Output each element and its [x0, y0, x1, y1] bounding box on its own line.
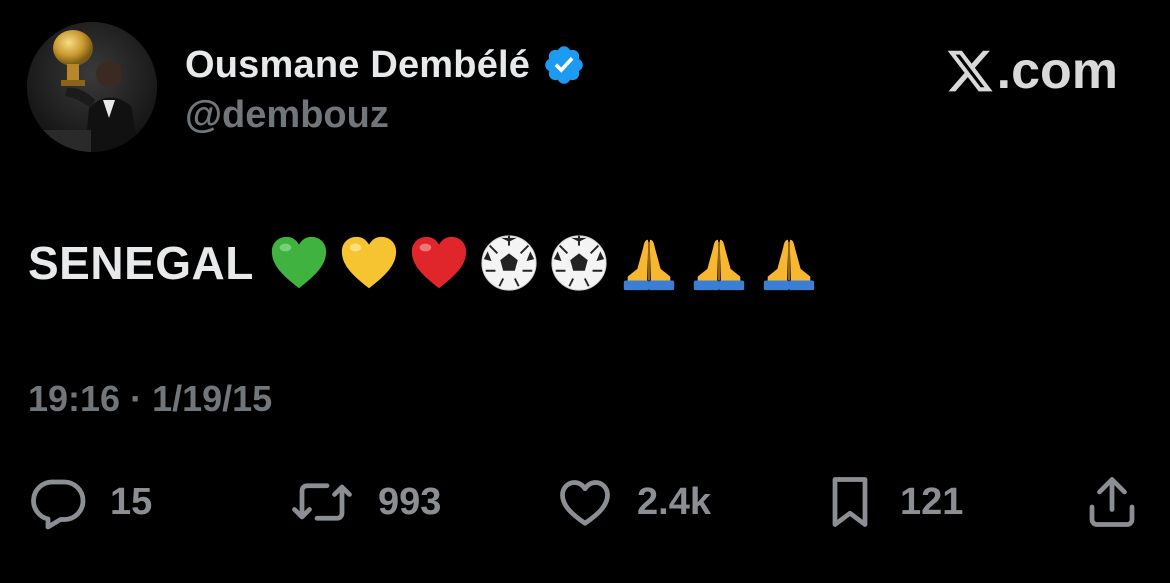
- reply-icon: [28, 472, 88, 532]
- brand-label: .com: [996, 42, 1118, 100]
- reply-count: 15: [110, 480, 153, 523]
- tweet-timestamp[interactable]: 19:16 · 1/19/15: [28, 378, 272, 420]
- folded-hands-icon: [623, 239, 675, 291]
- repost-icon: [288, 472, 356, 532]
- green-heart-icon: [271, 236, 326, 289]
- like-button[interactable]: 2.4k: [555, 470, 711, 534]
- brand-watermark: .com: [945, 40, 1118, 102]
- author-handle[interactable]: @dembouz: [185, 94, 389, 137]
- bookmark-count: 121: [900, 480, 964, 523]
- emoji-row: [268, 232, 820, 294]
- folded-hands-icon: [693, 239, 745, 291]
- author-name-row: Ousmane Dembélé: [185, 40, 586, 90]
- yellow-heart-icon: [341, 236, 396, 289]
- tweet-text: SENEGAL: [28, 237, 254, 289]
- share-button[interactable]: [1082, 470, 1142, 534]
- reply-button[interactable]: 15: [28, 470, 152, 534]
- x-logo-icon: [945, 46, 995, 96]
- tweet-body: SENEGAL: [28, 228, 820, 298]
- soccer-ball-icon: [551, 235, 607, 291]
- bookmark-button[interactable]: 121: [822, 470, 963, 534]
- soccer-ball-icon: [481, 235, 537, 291]
- author-display-name[interactable]: Ousmane Dembélé: [185, 44, 530, 87]
- heart-icon: [555, 472, 615, 532]
- folded-hands-icon: [763, 239, 815, 291]
- share-icon: [1082, 472, 1142, 532]
- red-heart-icon: [411, 236, 466, 289]
- repost-button[interactable]: 993: [288, 470, 441, 534]
- action-bar: 15 993 2.4k 121: [0, 470, 1170, 534]
- bookmark-icon: [822, 472, 878, 532]
- repost-count: 993: [378, 480, 442, 523]
- avatar[interactable]: [27, 22, 157, 152]
- verified-badge-icon: [542, 43, 586, 87]
- like-count: 2.4k: [637, 480, 711, 523]
- avatar-image: [27, 22, 157, 152]
